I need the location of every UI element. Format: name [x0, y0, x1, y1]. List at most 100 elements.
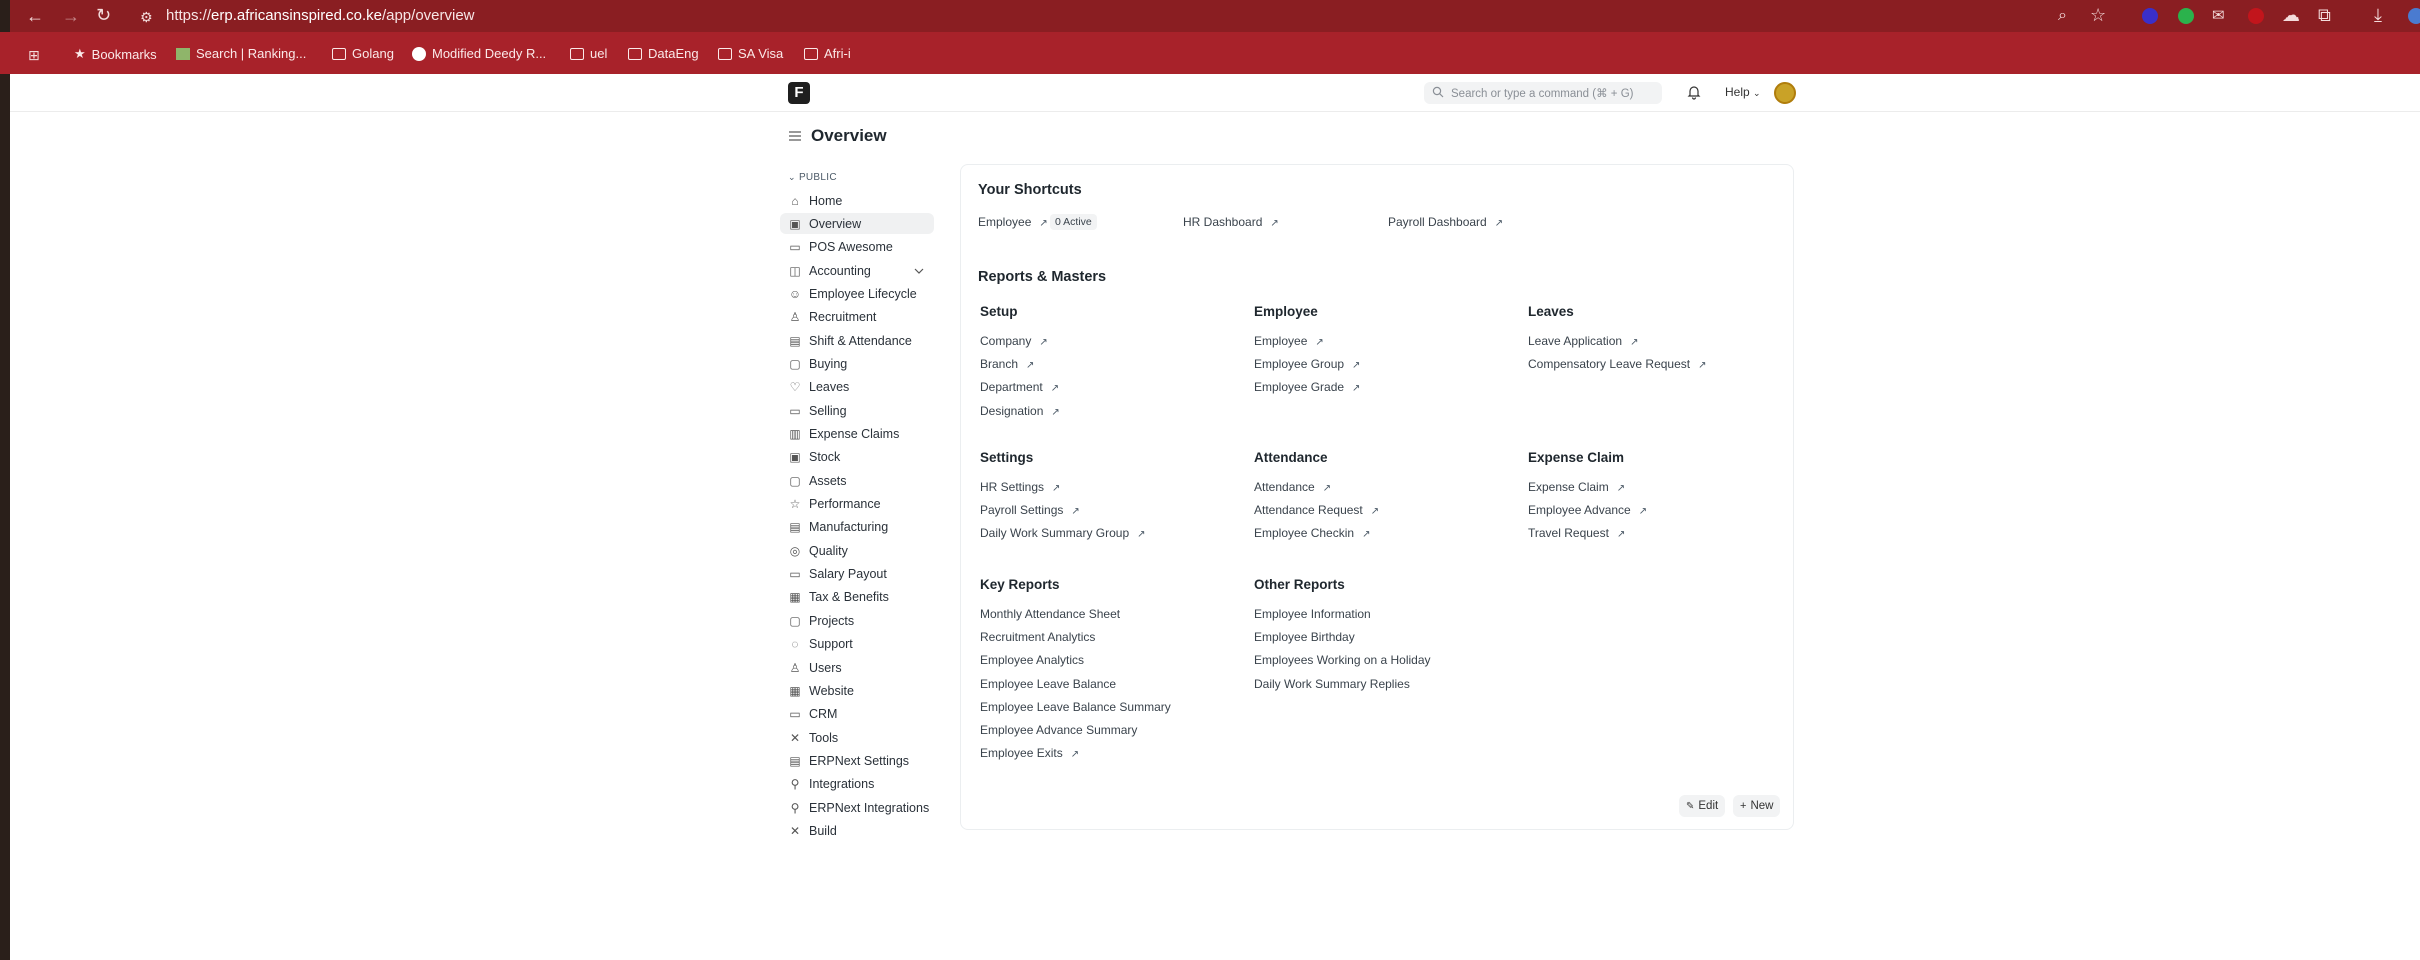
sidebar-item-selling[interactable]: ▭ Selling	[780, 400, 934, 421]
reload-icon[interactable]: ↻	[96, 6, 111, 24]
sidebar-item-crm[interactable]: ▭ CRM	[780, 704, 934, 725]
shortcut-employee[interactable]: Employee ↗	[978, 215, 1048, 229]
sidebar-item-erpnext-integrations[interactable]: ⚲ ERPNext Integrations	[780, 797, 934, 818]
app-logo[interactable]: F	[788, 82, 810, 104]
forward-icon[interactable]: →	[62, 7, 80, 25]
report-link[interactable]: Employee ↗	[1254, 334, 1324, 348]
sidebar-item-overview[interactable]: ▣ Overview	[780, 213, 934, 235]
sidebar-toggle-icon[interactable]	[788, 130, 802, 142]
report-link[interactable]: Employee Information	[1254, 607, 1371, 621]
url-text[interactable]: https://erp.africansinspired.co.ke/app/o…	[166, 7, 475, 24]
sidebar-item-integrations[interactable]: ⚲ Integrations	[780, 774, 934, 795]
zoom-icon[interactable]: ⌕	[2058, 7, 2067, 25]
edit-button[interactable]: ✎ Edit	[1679, 795, 1726, 817]
report-link[interactable]: Employee Advance ↗	[1528, 503, 1647, 517]
sidebar-item-support[interactable]: ◌ Support	[780, 634, 934, 655]
sidebar-item-buying[interactable]: ▢ Buying	[780, 353, 934, 374]
bookmark-item[interactable]: ★ Bookmarks	[74, 46, 157, 62]
report-link[interactable]: Employee Leave Balance	[980, 677, 1116, 691]
bookmark-item[interactable]: uel	[570, 46, 607, 61]
bookmark-item[interactable]: Modified Deedy R...	[412, 46, 546, 61]
sidebar-item-pos-awesome[interactable]: ▭ POS Awesome	[780, 237, 934, 258]
report-link[interactable]: Employee Birthday	[1254, 630, 1355, 644]
arrow-up-right-icon: ↗	[1070, 749, 1080, 761]
sidebar-item-recruitment[interactable]: ♙ Recruitment	[780, 307, 934, 328]
extension-icon[interactable]	[2178, 8, 2194, 24]
bookmark-item[interactable]: Search | Ranking...	[176, 46, 306, 61]
site-info-icon[interactable]: ⚙	[140, 8, 153, 26]
sidebar-item-stock[interactable]: ▣ Stock	[780, 447, 934, 468]
report-link[interactable]: Attendance Request ↗	[1254, 503, 1379, 517]
report-link[interactable]: Employee Exits ↗	[980, 746, 1079, 760]
report-link[interactable]: Employee Analytics	[980, 653, 1084, 667]
sidebar-item-quality[interactable]: ◎ Quality	[780, 540, 934, 561]
cloud-icon[interactable]: ☁	[2282, 6, 2300, 24]
sidebar-item-icon: ▣	[789, 450, 801, 465]
star-icon[interactable]: ☆	[2090, 6, 2106, 24]
shortcut-hr-dashboard[interactable]: HR Dashboard ↗	[1183, 215, 1279, 229]
sidebar-item-home[interactable]: ⌂ Home	[780, 190, 934, 211]
apps-grid-icon[interactable]: ⊞	[28, 46, 40, 64]
report-link[interactable]: Daily Work Summary Replies	[1254, 677, 1410, 691]
report-link[interactable]: Branch ↗	[980, 357, 1034, 371]
sidebar-item-tax-benefits[interactable]: ▦ Tax & Benefits	[780, 587, 934, 608]
report-link-label: Compensatory Leave Request	[1528, 357, 1691, 372]
shortcut-payroll-dashboard[interactable]: Payroll Dashboard ↗	[1388, 215, 1503, 229]
shortcuts-title: Your Shortcuts	[978, 182, 1082, 198]
sidebar-item-users[interactable]: ♙ Users	[780, 657, 934, 678]
profile-icon[interactable]	[2408, 8, 2420, 24]
report-link[interactable]: Attendance ↗	[1254, 480, 1331, 494]
sidebar-item-salary-payout[interactable]: ▭ Salary Payout	[780, 564, 934, 585]
report-link[interactable]: HR Settings ↗	[980, 480, 1060, 494]
back-icon[interactable]: ←	[26, 7, 44, 25]
sidebar-item-manufacturing[interactable]: ▤ Manufacturing	[780, 517, 934, 538]
mail-icon[interactable]: ✉	[2212, 7, 2225, 25]
sidebar-item-leaves[interactable]: ♡ Leaves	[780, 377, 934, 398]
sidebar-item-accounting[interactable]: ◫ Accounting	[780, 260, 934, 281]
sidebar-item-tools[interactable]: ✕ Tools	[780, 727, 934, 748]
bookmark-item[interactable]: Golang	[332, 46, 394, 61]
bookmark-item[interactable]: DataEng	[628, 46, 699, 61]
report-link[interactable]: Company ↗	[980, 334, 1048, 348]
sidebar-item-expense-claims[interactable]: ▥ Expense Claims	[780, 424, 934, 445]
extensions-puzzle-icon[interactable]: ⧉	[2318, 6, 2331, 24]
sidebar-section-label[interactable]: ⌄ PUBLIC	[788, 172, 837, 183]
bell-icon[interactable]	[1686, 84, 1702, 100]
sidebar-item-label: Website	[809, 683, 854, 698]
sidebar-item-employee-lifecycle[interactable]: ☺ Employee Lifecycle	[780, 283, 934, 304]
report-link[interactable]: Department ↗	[980, 380, 1059, 394]
report-link[interactable]: Travel Request ↗	[1528, 526, 1625, 540]
report-link[interactable]: Designation ↗	[980, 404, 1060, 418]
report-link[interactable]: Expense Claim ↗	[1528, 480, 1625, 494]
report-link[interactable]: Employee Advance Summary	[980, 723, 1137, 737]
report-link[interactable]: Employee Group ↗	[1254, 357, 1360, 371]
report-link-label: Employee Checkin	[1254, 526, 1355, 541]
extension-icon[interactable]	[2248, 8, 2264, 24]
sidebar-item-website[interactable]: ▦ Website	[780, 680, 934, 701]
report-link[interactable]: Recruitment Analytics	[980, 630, 1095, 644]
extension-icon[interactable]	[2142, 8, 2158, 24]
bookmark-item[interactable]: Afri-i	[804, 46, 851, 61]
report-link-label: Employee Group	[1254, 357, 1345, 372]
new-button[interactable]: + New	[1733, 795, 1781, 817]
report-link[interactable]: Payroll Settings ↗	[980, 503, 1080, 517]
report-link[interactable]: Employee Leave Balance Summary	[980, 700, 1171, 714]
sidebar-item-assets[interactable]: ▢ Assets	[780, 470, 934, 491]
download-icon[interactable]: ⤓	[2374, 6, 2382, 24]
bookmark-item[interactable]: SA Visa	[718, 46, 783, 61]
report-link[interactable]: Compensatory Leave Request ↗	[1528, 357, 1706, 371]
sidebar-item-erpnext-settings[interactable]: ▤ ERPNext Settings	[780, 750, 934, 771]
report-link[interactable]: Employees Working on a Holiday	[1254, 653, 1431, 667]
sidebar-item-build[interactable]: ✕ Build	[780, 820, 934, 841]
report-link[interactable]: Monthly Attendance Sheet	[980, 607, 1120, 621]
report-link[interactable]: Employee Checkin ↗	[1254, 526, 1370, 540]
report-link[interactable]: Leave Application ↗	[1528, 334, 1638, 348]
report-link[interactable]: Employee Grade ↗	[1254, 380, 1360, 394]
report-link[interactable]: Daily Work Summary Group ↗	[980, 526, 1146, 540]
sidebar-item-projects[interactable]: ▢ Projects	[780, 610, 934, 631]
avatar[interactable]	[1774, 82, 1796, 104]
sidebar-item-performance[interactable]: ☆ Performance	[780, 494, 934, 515]
sidebar-item-shift-attendance[interactable]: ▤ Shift & Attendance	[780, 330, 934, 351]
sidebar-item-icon: ▦	[789, 590, 801, 605]
help-dropdown[interactable]: Help ⌄	[1725, 85, 1761, 99]
